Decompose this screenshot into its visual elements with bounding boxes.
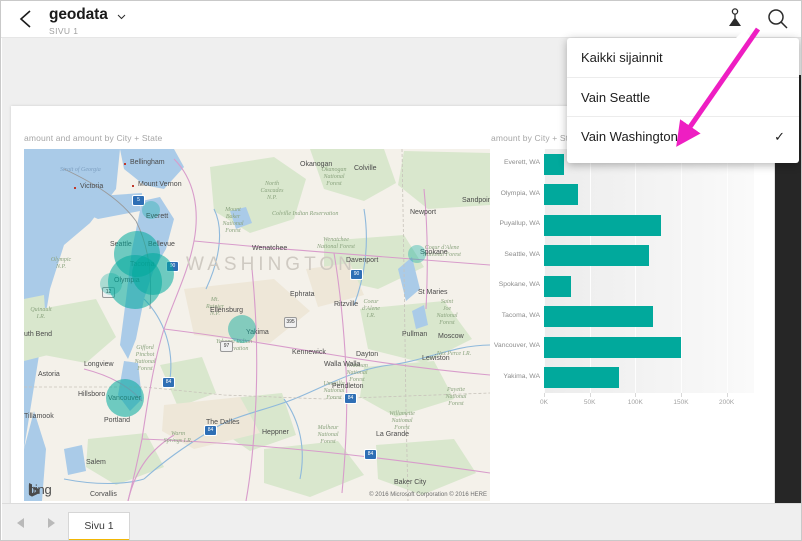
highway-shield-icon: 84 — [204, 425, 217, 436]
chart-bar[interactable] — [544, 336, 681, 358]
chart-category-label: Tacoma, WA — [501, 311, 540, 319]
chart-tick-label: 100K — [627, 399, 643, 406]
chart-tick-label: 0K — [540, 399, 548, 406]
report-page: amount and amount by City + State WASHIN… — [11, 106, 774, 525]
chart-tick-mark — [635, 393, 637, 397]
chevron-left-icon — [19, 10, 31, 28]
chart-plot-area — [544, 149, 754, 393]
chart-plot-container: Everett, WA Olympia, WA Puyallup, WA Seattl… — [487, 149, 763, 479]
map-basemap — [24, 149, 490, 501]
chart-category-label: Puyallup, WA — [499, 220, 540, 228]
chart-tick-label: 50K — [583, 399, 596, 406]
chart-bar[interactable] — [544, 184, 578, 206]
map-bubble-puyallup[interactable] — [132, 253, 174, 295]
bing-b-icon — [29, 483, 40, 497]
bar-chart-visual[interactable]: amount by City + State Everett, WA Olympi… — [487, 133, 765, 513]
chart-gridline — [680, 149, 682, 393]
highway-shield-icon: 84 — [344, 393, 357, 404]
app-window: geodata SIVU 1 amount and amount by City… — [0, 0, 802, 541]
chart-value-axis: 0K 50K 100K 150K 200K — [540, 393, 754, 415]
chart-category-label: Vancouver, WA — [493, 342, 540, 350]
map-visual[interactable]: amount and amount by City + State WASHIN… — [20, 133, 490, 513]
back-button[interactable] — [13, 5, 41, 33]
menu-item-washington-only[interactable]: Vain Washington ✓ — [567, 116, 799, 155]
menu-item-seattle-only[interactable]: Vain Seattle — [567, 77, 799, 116]
highway-shield-icon: 97 — [220, 341, 233, 352]
map-city-dot — [124, 163, 126, 165]
chart-gridline — [726, 149, 728, 393]
map-canvas[interactable]: WASHINGTON Strait of Georgia Okanogan Nat… — [24, 149, 490, 501]
chart-tick-label: 150K — [673, 399, 689, 406]
search-icon — [768, 9, 788, 29]
chart-tick-mark — [726, 393, 728, 397]
chart-tick-mark — [680, 393, 682, 397]
menu-item-label: Kaikki sijainnit — [581, 50, 663, 65]
next-page-button[interactable] — [44, 516, 58, 530]
location-filter-menu[interactable]: Kaikki sijainnit Vain Seattle Vain Washi… — [567, 30, 799, 163]
search-button[interactable] — [763, 4, 793, 34]
triangle-left-icon — [17, 518, 24, 528]
chart-tick-mark — [589, 393, 591, 397]
map-bubble-olympia[interactable] — [100, 273, 122, 295]
chart-bar[interactable] — [544, 275, 572, 297]
chart-tick-label: 200K — [719, 399, 735, 406]
map-attribution: © 2016 Microsoft Corporation © 2016 HERE — [369, 492, 487, 498]
chart-category-label: Everett, WA — [503, 159, 540, 167]
map-bubble-everett[interactable] — [142, 201, 160, 219]
page-tab-label: Sivu 1 — [84, 520, 114, 532]
app-header: geodata SIVU 1 — [1, 1, 801, 38]
highway-shield-icon: 84 — [162, 377, 175, 388]
page-tab-sivu-1[interactable]: Sivu 1 — [68, 512, 130, 540]
menu-item-label: Vain Seattle — [581, 90, 651, 105]
highway-shield-icon: 84 — [364, 449, 377, 460]
highway-shield-icon: 90 — [350, 269, 363, 280]
menu-item-all-locations[interactable]: Kaikki sijainnit — [567, 38, 799, 77]
map-city-dot — [74, 187, 76, 189]
page-title: geodata — [49, 5, 108, 23]
chart-category-label: Spokane, WA — [498, 281, 540, 289]
chart-bar[interactable] — [544, 214, 661, 236]
highway-shield-icon: 395 — [284, 317, 297, 328]
menu-pointer-arrow — [735, 30, 753, 39]
map-bubble-spokane[interactable] — [408, 245, 426, 263]
page-navigation-bar: Sivu 1 — [2, 503, 801, 540]
chevron-down-icon[interactable] — [117, 7, 126, 25]
chart-bar[interactable] — [544, 306, 653, 328]
chart-bar[interactable] — [544, 153, 565, 175]
chart-category-label: Yakima, WA — [503, 372, 540, 380]
map-city-dot — [132, 185, 134, 187]
previous-page-button[interactable] — [14, 516, 28, 530]
page-subtitle: SIVU 1 — [49, 26, 79, 36]
chart-bar[interactable] — [544, 245, 649, 267]
chart-tick-mark — [544, 393, 545, 397]
bing-logo[interactable]: bing — [28, 482, 52, 497]
chart-category-axis: Everett, WA Olympia, WA Puyallup, WA Seattl… — [487, 149, 543, 393]
chart-category-label: Olympia, WA — [500, 189, 540, 197]
triangle-right-icon — [48, 518, 55, 528]
map-bubble-yakima[interactable] — [228, 315, 256, 343]
map-bubble-vancouver[interactable] — [106, 379, 144, 417]
title-block[interactable]: geodata SIVU 1 — [49, 4, 126, 36]
map-visual-title: amount and amount by City + State — [24, 133, 163, 143]
chart-bar[interactable] — [544, 367, 619, 389]
menu-item-label: Vain Washington — [581, 129, 678, 144]
menu-item-check-icon: ✓ — [774, 129, 785, 144]
chart-category-label: Seattle, WA — [504, 250, 540, 258]
